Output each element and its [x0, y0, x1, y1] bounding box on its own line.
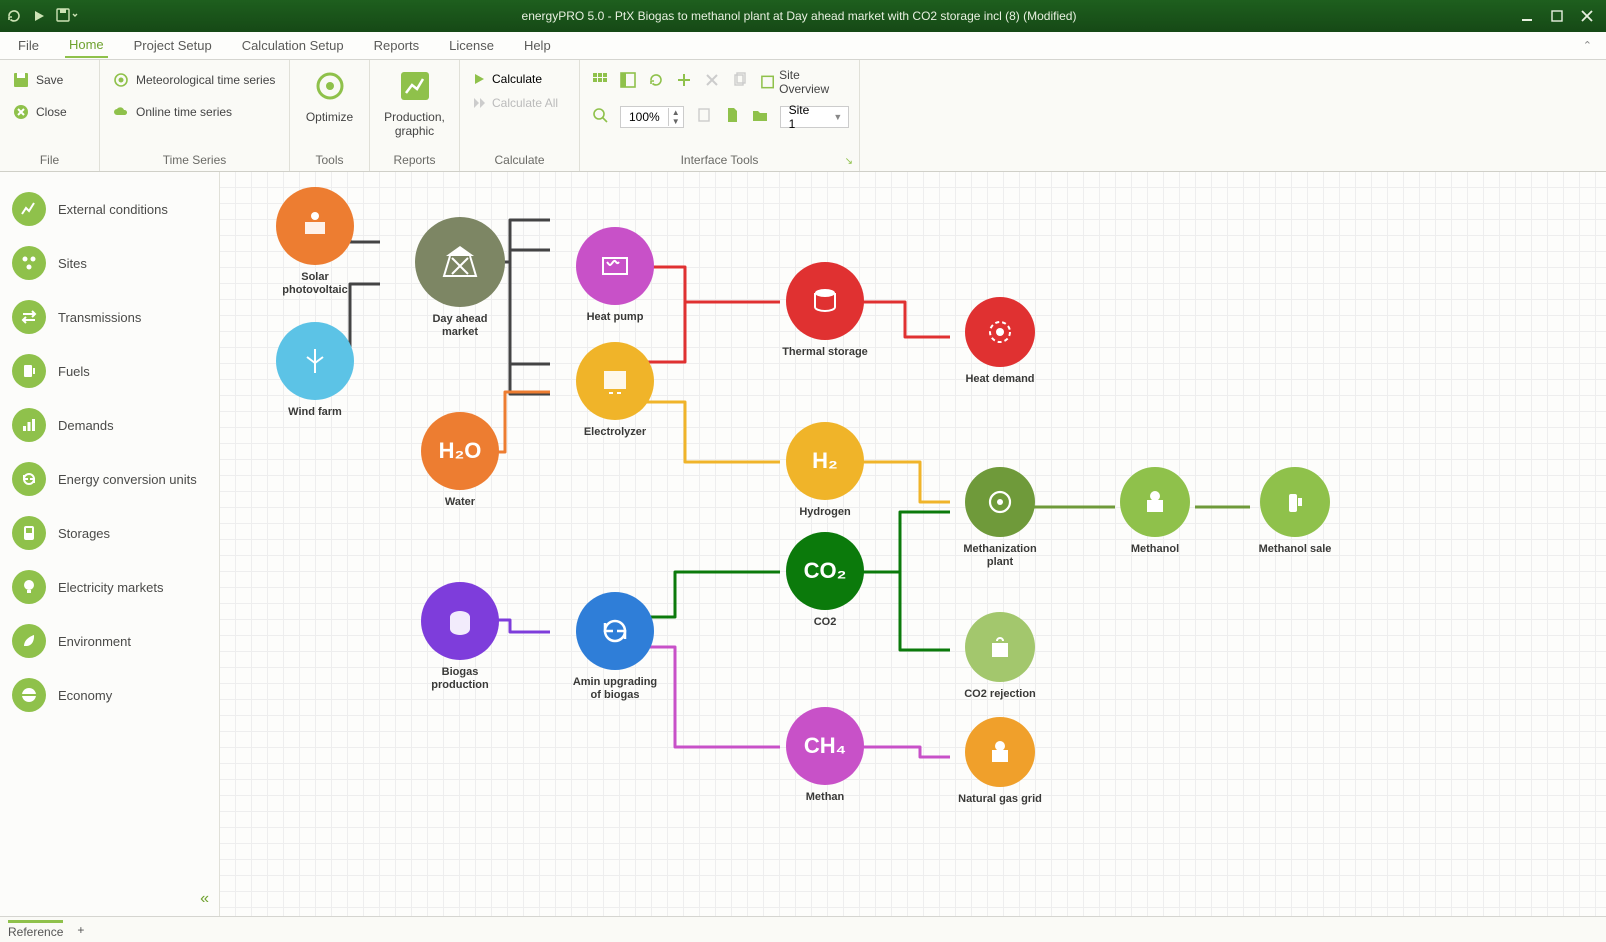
minimize-icon[interactable] [1520, 9, 1534, 23]
node-natural-gas[interactable]: Natural gas grid [940, 717, 1060, 806]
document-icon[interactable] [724, 107, 740, 128]
sidebar-item-economy[interactable]: Economy [0, 668, 219, 722]
external-icon [12, 192, 46, 226]
tab-reports[interactable]: Reports [370, 34, 424, 57]
sidebar-item-energy-conversion[interactable]: Energy conversion units [0, 452, 219, 506]
tab-help[interactable]: Help [520, 34, 555, 57]
sites-icon [12, 246, 46, 280]
delete-icon [704, 72, 720, 93]
sidebar-item-environment[interactable]: Environment [0, 614, 219, 668]
save-button[interactable]: Save [12, 68, 67, 92]
transmissions-icon [12, 300, 46, 334]
optimize-button[interactable]: Optimize [296, 68, 363, 124]
weather-icon [112, 71, 130, 89]
sidebar-item-elec-markets[interactable]: Electricity markets [0, 560, 219, 614]
group-label-file: File [12, 149, 87, 167]
fuels-icon [12, 354, 46, 388]
node-ch4[interactable]: CH₄Methan [765, 707, 885, 804]
tab-file[interactable]: File [14, 34, 43, 57]
node-solar[interactable]: Solarphotovoltaic [240, 187, 390, 297]
chart-icon [397, 68, 433, 104]
close-button[interactable]: Close [12, 100, 67, 124]
node-thermal[interactable]: Thermal storage [745, 262, 905, 359]
group-label-reports: Reports [382, 149, 447, 167]
save-dropdown-icon[interactable] [56, 8, 78, 24]
add-icon[interactable] [676, 72, 692, 93]
node-market[interactable]: Day aheadmarket [375, 217, 545, 339]
layout-icon[interactable] [620, 72, 636, 93]
online-timeseries-button[interactable]: Online time series [112, 100, 275, 124]
paste-icon [696, 107, 712, 128]
node-methanol[interactable]: Methanol [1100, 467, 1210, 556]
sidebar-item-sites[interactable]: Sites [0, 236, 219, 290]
collapse-sidebar-icon[interactable]: « [200, 890, 209, 908]
ribbon: Save Close File Meteorological time seri… [0, 60, 1606, 172]
node-heat-demand[interactable]: Heat demand [940, 297, 1060, 386]
economy-icon [12, 678, 46, 712]
zoom-input[interactable]: 100%▲▼ [620, 106, 684, 128]
gear-icon [312, 68, 348, 104]
node-electrolyzer[interactable]: Electrolyzer [540, 342, 690, 439]
copy-icon [732, 72, 748, 93]
site-selector[interactable]: Site 1▼ [780, 106, 850, 128]
status-bar: Reference + [0, 916, 1606, 942]
menu-tabs: File Home Project Setup Calculation Setu… [0, 32, 1606, 60]
node-amin[interactable]: Amin upgradingof biogas [540, 592, 690, 702]
met-timeseries-button[interactable]: Meteorological time series [112, 68, 275, 92]
group-label-calculate: Calculate [472, 149, 567, 167]
sidebar-item-transmissions[interactable]: Transmissions [0, 290, 219, 344]
node-co2[interactable]: CO₂CO2 [765, 532, 885, 629]
site-overview-button[interactable]: Site Overview [760, 68, 849, 96]
conversion-icon [12, 462, 46, 496]
diagram-canvas[interactable]: Solarphotovoltaic Wind farm Day aheadmar… [220, 172, 1606, 916]
group-label-interface: Interface Tools↘ [592, 149, 847, 167]
leaf-icon [12, 624, 46, 658]
node-heatpump[interactable]: Heat pump [540, 227, 690, 324]
tab-home[interactable]: Home [65, 33, 108, 58]
sidebar: External conditions Sites Transmissions … [0, 172, 220, 916]
tab-project-setup[interactable]: Project Setup [130, 34, 216, 57]
production-graphic-button[interactable]: Production, graphic [374, 68, 455, 138]
node-meth-plant[interactable]: Methanizationplant [940, 467, 1060, 569]
add-tab-button[interactable]: + [77, 923, 84, 937]
storages-icon [12, 516, 46, 550]
calculate-button[interactable]: Calculate [472, 72, 558, 86]
dialog-launcher-icon[interactable]: ↘ [845, 156, 853, 167]
play-icon[interactable] [32, 9, 46, 23]
refresh-icon[interactable] [6, 8, 22, 24]
sidebar-item-storages[interactable]: Storages [0, 506, 219, 560]
save-icon [12, 71, 30, 89]
reference-tab[interactable]: Reference [8, 920, 63, 939]
title-bar: energyPRO 5.0 - PtX Biogas to methanol p… [0, 0, 1606, 32]
node-biogas[interactable]: Biogasproduction [375, 582, 545, 692]
node-h2[interactable]: H₂Hydrogen [765, 422, 885, 519]
demands-icon [12, 408, 46, 442]
tab-license[interactable]: License [445, 34, 498, 57]
close-icon[interactable] [1580, 9, 1594, 23]
collapse-ribbon-icon[interactable]: ⌃ [1583, 39, 1592, 52]
node-wind[interactable]: Wind farm [240, 322, 390, 419]
reload-icon[interactable] [648, 72, 664, 93]
group-label-tools: Tools [302, 149, 357, 167]
sidebar-item-external[interactable]: External conditions [0, 182, 219, 236]
zoom-icon[interactable] [592, 107, 608, 128]
maximize-icon[interactable] [1550, 9, 1564, 23]
grid-icon[interactable] [592, 72, 608, 93]
bulb-icon [12, 570, 46, 604]
folder-icon[interactable] [752, 107, 768, 128]
group-label-timeseries: Time Series [112, 149, 277, 167]
node-co2-rejection[interactable]: CO2 rejection [940, 612, 1060, 701]
sidebar-item-demands[interactable]: Demands [0, 398, 219, 452]
cloud-icon [112, 103, 130, 121]
calculate-all-button[interactable]: Calculate All [472, 96, 558, 110]
node-methanol-sale[interactable]: Methanol sale [1235, 467, 1355, 556]
close-file-icon [12, 103, 30, 121]
window-title: energyPRO 5.0 - PtX Biogas to methanol p… [78, 9, 1520, 23]
tab-calculation-setup[interactable]: Calculation Setup [238, 34, 348, 57]
sidebar-item-fuels[interactable]: Fuels [0, 344, 219, 398]
node-water[interactable]: H₂OWater [375, 412, 545, 509]
